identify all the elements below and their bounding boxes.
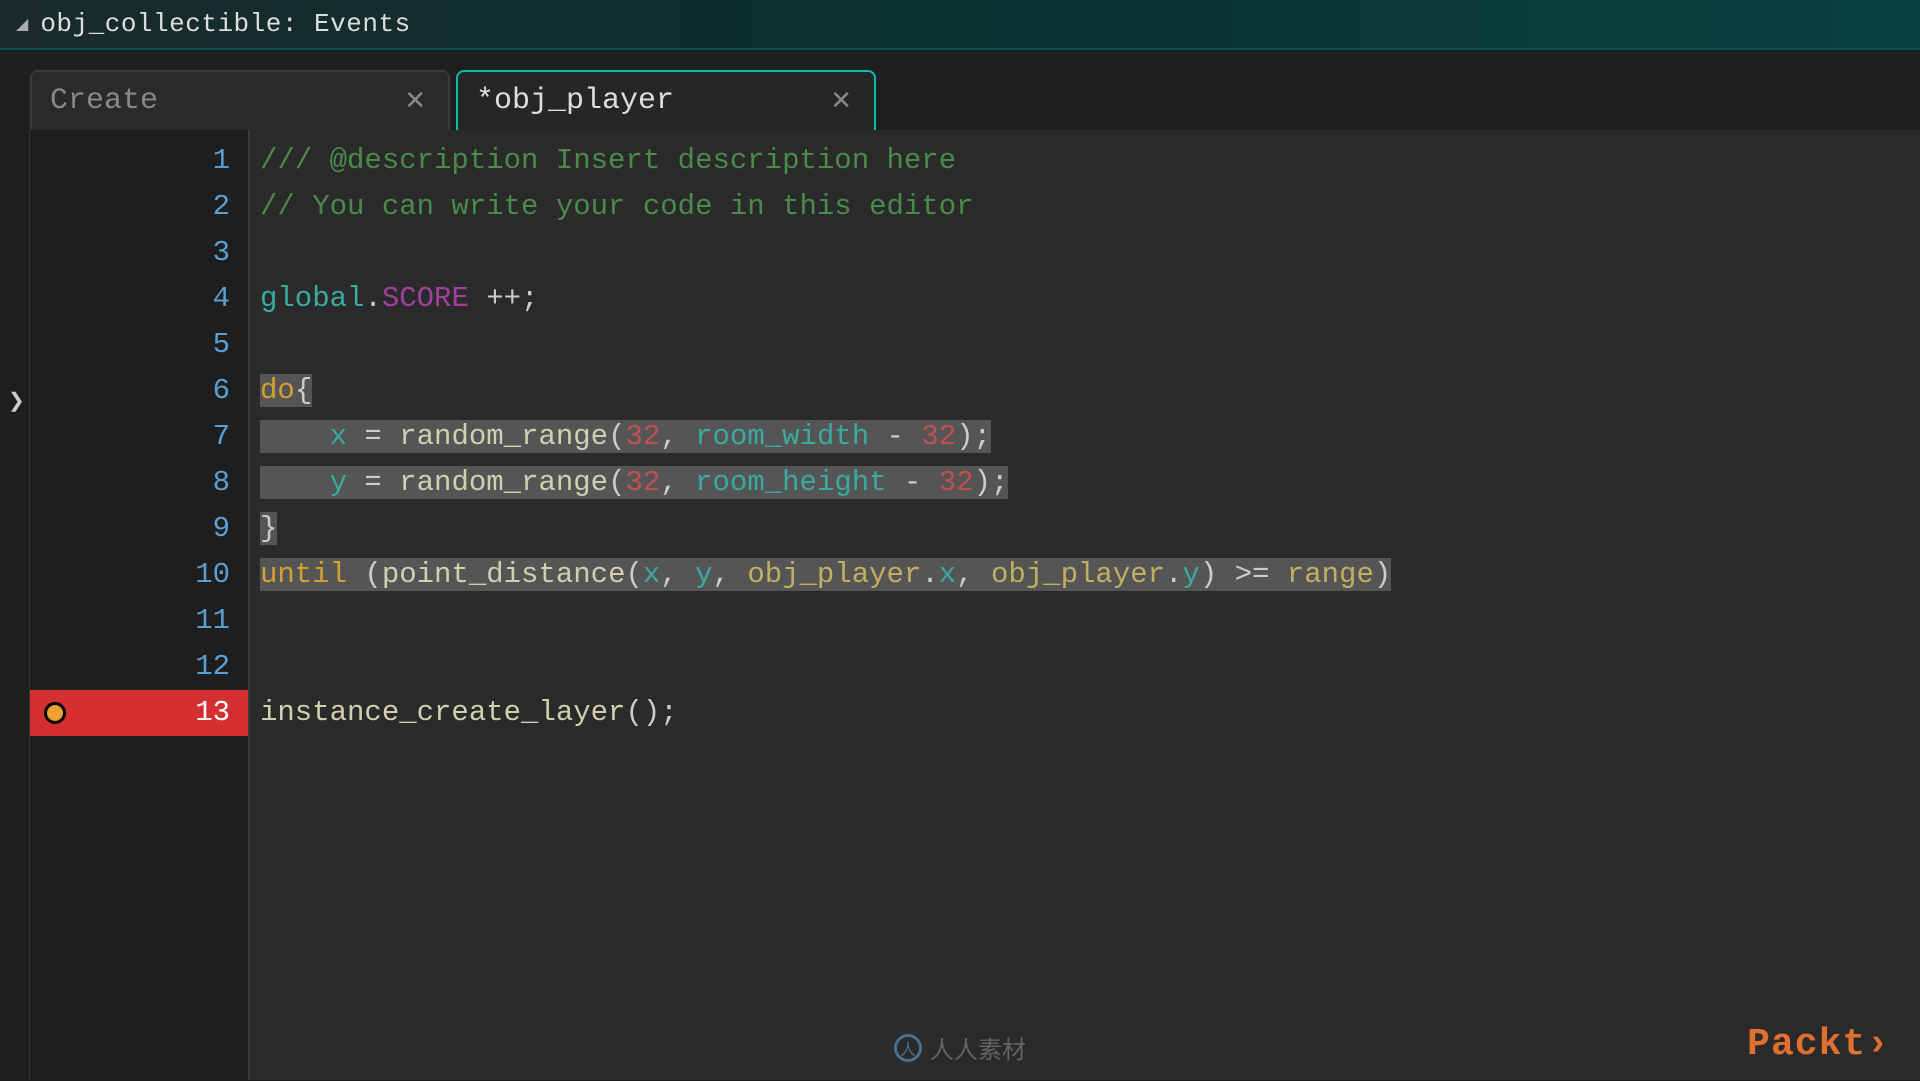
line-number: 11 bbox=[80, 598, 248, 644]
logo-icon: 人 bbox=[894, 1034, 922, 1062]
tab-create[interactable]: Create ✕ bbox=[30, 70, 450, 130]
code-area[interactable]: /// @description Insert description here… bbox=[250, 130, 1920, 1080]
line-numbers: 1 2 3 4 5 6 7 8 9 10 11 12 13 bbox=[80, 130, 250, 1080]
chevron-right-icon[interactable]: ❯ bbox=[8, 388, 25, 414]
line-number: 9 bbox=[80, 506, 248, 552]
code-line[interactable]: } bbox=[260, 506, 1920, 552]
line-number: 5 bbox=[80, 322, 248, 368]
code-line[interactable]: do{ bbox=[260, 368, 1920, 414]
error-icon bbox=[44, 702, 66, 724]
line-number: 6 bbox=[80, 368, 248, 414]
code-line[interactable] bbox=[260, 322, 1920, 368]
code-line[interactable]: until (point_distance(x, y, obj_player.x… bbox=[260, 552, 1920, 598]
tab-label: Create bbox=[50, 84, 158, 118]
code-line[interactable] bbox=[260, 598, 1920, 644]
watermark-packt: Packt› bbox=[1747, 1023, 1890, 1066]
code-line[interactable] bbox=[260, 644, 1920, 690]
fold-gutter[interactable]: ❯ bbox=[0, 130, 30, 1080]
breakpoint-gutter[interactable] bbox=[30, 130, 80, 1080]
code-line[interactable] bbox=[260, 230, 1920, 276]
code-line[interactable]: // You can write your code in this edito… bbox=[260, 184, 1920, 230]
close-icon[interactable]: ✕ bbox=[400, 86, 430, 117]
error-marker[interactable] bbox=[30, 690, 80, 736]
tab-obj-player[interactable]: *obj_player ✕ bbox=[456, 70, 876, 130]
code-line[interactable]: y = random_range(32, room_height - 32); bbox=[260, 460, 1920, 506]
code-line[interactable]: global.SCORE ++; bbox=[260, 276, 1920, 322]
editor-area: ❯ 1 2 3 4 5 6 7 8 9 10 11 12 13 /// @des… bbox=[0, 130, 1920, 1080]
line-number: 10 bbox=[80, 552, 248, 598]
line-number: 8 bbox=[80, 460, 248, 506]
line-number: 3 bbox=[80, 230, 248, 276]
collapse-icon[interactable]: ◢ bbox=[16, 14, 28, 34]
close-icon[interactable]: ✕ bbox=[826, 86, 856, 117]
line-number: 1 bbox=[80, 138, 248, 184]
tab-label: *obj_player bbox=[476, 84, 674, 118]
title-bar: ◢ obj_collectible: Events bbox=[0, 0, 1920, 50]
line-number: 12 bbox=[80, 644, 248, 690]
code-line[interactable]: /// @description Insert description here bbox=[260, 138, 1920, 184]
line-number: 7 bbox=[80, 414, 248, 460]
code-line[interactable]: instance_create_layer(); bbox=[260, 690, 1920, 736]
line-number: 4 bbox=[80, 276, 248, 322]
line-number: 2 bbox=[80, 184, 248, 230]
line-number: 13 bbox=[80, 690, 248, 736]
watermark-center: 人 人人素材 bbox=[894, 1030, 1026, 1066]
window-title: obj_collectible: Events bbox=[40, 9, 410, 39]
code-line[interactable]: x = random_range(32, room_width - 32); bbox=[260, 414, 1920, 460]
tabs-row: Create ✕ *obj_player ✕ bbox=[0, 50, 1920, 130]
